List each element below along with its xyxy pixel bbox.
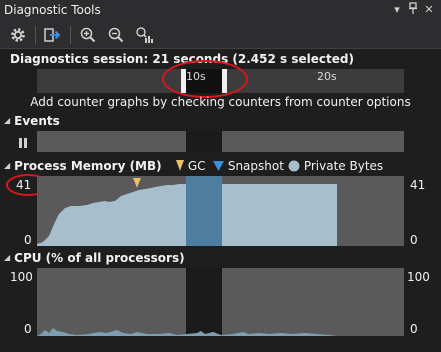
memory-header[interactable]: ◢ Process Memory (MB) [4, 159, 162, 173]
annotation-circle [162, 60, 248, 98]
memory-graph-selection [186, 176, 222, 246]
legend-gc: GC [176, 159, 206, 173]
memory-min-left: 0 [24, 233, 32, 247]
tool-window-titlebar: Diagnostic Tools ▾ ✕ [0, 0, 441, 21]
private-bytes-dot-icon [288, 160, 300, 172]
pin-icon[interactable] [406, 2, 420, 18]
legend-snapshot-label: Snapshot [227, 159, 284, 173]
toolbar [0, 21, 441, 49]
cpu-max-right: 100 [407, 270, 430, 284]
cpu-graph[interactable] [37, 268, 404, 336]
settings-icon[interactable] [8, 25, 28, 45]
memory-min-right: 0 [410, 233, 418, 247]
memory-max-right: 41 [410, 178, 426, 192]
legend-snapshot: Snapshot [213, 159, 284, 173]
cpu-min-right: 0 [410, 322, 418, 336]
zoom-out-icon[interactable] [106, 25, 126, 45]
counter-hint: Add counter graphs by checking counters … [30, 95, 411, 109]
cpu-title: CPU (% of all processors) [14, 251, 185, 265]
cpu-min-left: 0 [24, 322, 32, 336]
memory-title: Process Memory (MB) [14, 159, 162, 173]
reset-zoom-icon[interactable] [134, 25, 154, 45]
events-lane-selection [186, 131, 222, 152]
events-header[interactable]: ◢ Events [4, 114, 60, 128]
legend-private-bytes: Private Bytes [288, 159, 383, 173]
pause-icon[interactable] [19, 137, 27, 148]
legend-private-bytes-label: Private Bytes [303, 159, 384, 173]
zoom-in-icon[interactable] [78, 25, 98, 45]
cpu-area-chart [37, 328, 337, 336]
events-title: Events [14, 114, 60, 128]
window-title: Diagnostic Tools [4, 3, 101, 17]
dropdown-icon[interactable]: ▾ [390, 2, 404, 18]
collapse-triangle-icon[interactable]: ◢ [4, 116, 10, 125]
toolbar-separator [35, 26, 36, 44]
close-icon[interactable]: ✕ [422, 2, 436, 18]
collapse-triangle-icon[interactable]: ◢ [4, 161, 10, 170]
snapshot-marker-icon [213, 161, 224, 171]
ruler-tick-label: 20s [317, 70, 337, 83]
select-tools-icon[interactable] [42, 25, 62, 45]
toolbar-separator [70, 26, 71, 44]
collapse-triangle-icon[interactable]: ◢ [4, 253, 10, 262]
legend-gc-label: GC [187, 159, 206, 173]
gc-event-marker-icon[interactable] [133, 178, 141, 188]
gc-marker-icon [176, 160, 184, 171]
memory-graph[interactable] [37, 176, 404, 246]
cpu-header[interactable]: ◢ CPU (% of all processors) [4, 251, 185, 265]
cpu-max-left: 100 [10, 270, 33, 284]
